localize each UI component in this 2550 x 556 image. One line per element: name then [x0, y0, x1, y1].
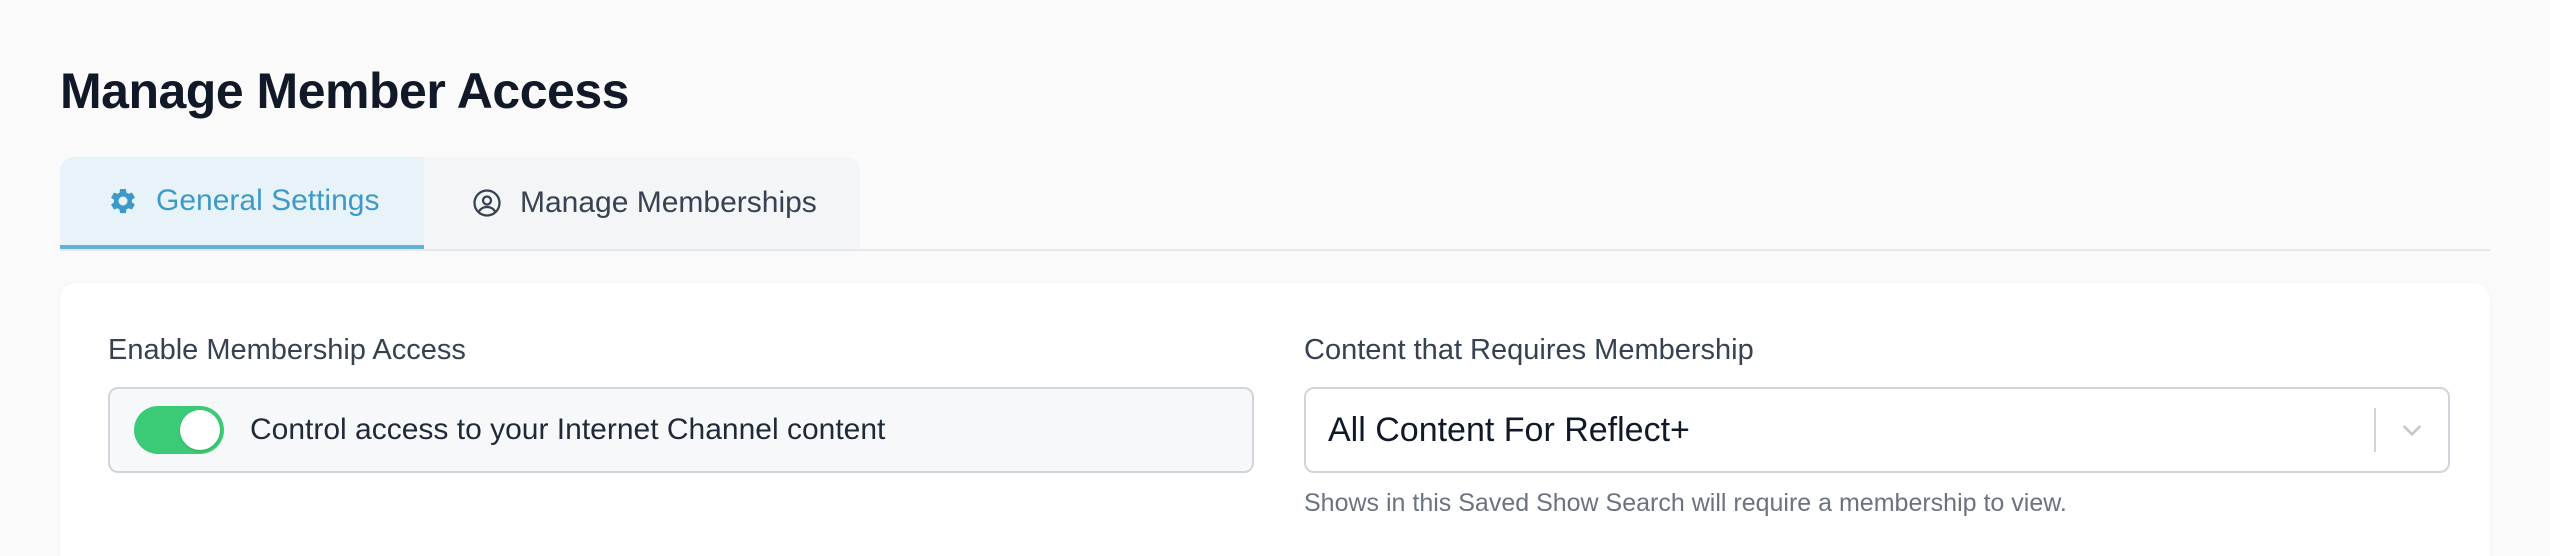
tab-bar: General Settings Manage Memberships	[60, 157, 2490, 251]
settings-card: Enable Membership Access Control access …	[60, 283, 2490, 556]
page-title: Manage Member Access	[60, 63, 629, 119]
membership-access-label: Enable Membership Access	[108, 334, 466, 366]
chevron-down-icon[interactable]	[2376, 417, 2448, 443]
toggle-knob	[180, 410, 220, 450]
tab-manage-memberships-label: Manage Memberships	[520, 186, 817, 219]
content-requirement-label: Content that Requires Membership	[1304, 334, 1754, 366]
user-circle-icon	[472, 188, 502, 218]
content-requirement-select[interactable]: All Content For Reflect+	[1304, 387, 2450, 473]
membership-access-toggle[interactable]	[134, 406, 224, 454]
tab-manage-memberships[interactable]: Manage Memberships	[424, 157, 860, 249]
toggle-description: Control access to your Internet Channel …	[250, 413, 886, 446]
tab-group: General Settings Manage Memberships	[60, 157, 860, 249]
tab-general-settings-label: General Settings	[156, 184, 380, 217]
gear-icon	[108, 186, 138, 216]
content-requirement-help: Shows in this Saved Show Search will req…	[1304, 489, 2067, 517]
page: Manage Member Access General Settings Ma…	[0, 0, 2550, 556]
membership-access-field: Control access to your Internet Channel …	[108, 387, 1254, 473]
select-value: All Content For Reflect+	[1328, 410, 1690, 449]
tab-general-settings[interactable]: General Settings	[60, 157, 424, 249]
